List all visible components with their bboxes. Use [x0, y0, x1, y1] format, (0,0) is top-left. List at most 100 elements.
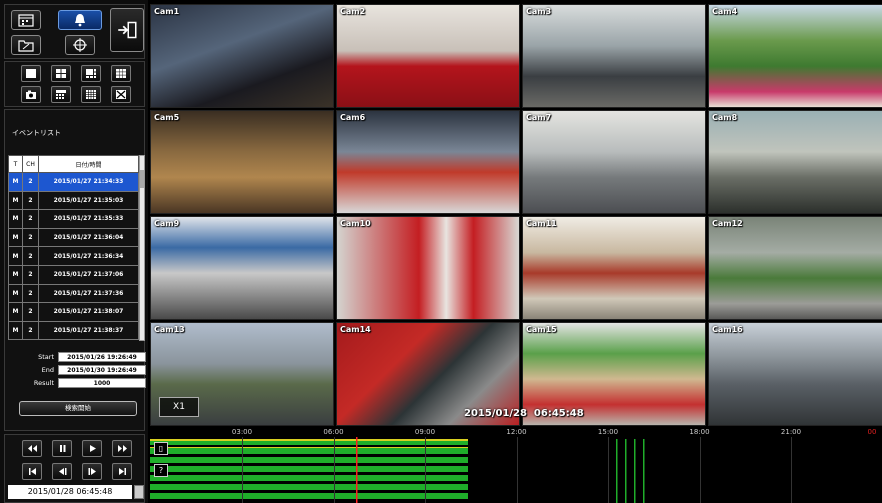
- event-t: M: [8, 190, 23, 211]
- scroll-thumb[interactable]: [140, 170, 144, 188]
- date-spinner[interactable]: [134, 485, 144, 499]
- camera-tile-16[interactable]: Cam16: [708, 322, 882, 426]
- camera-tile-10[interactable]: Cam10: [336, 216, 520, 320]
- event-scrollbar[interactable]: [139, 155, 145, 341]
- timeline-gridline: [333, 437, 335, 503]
- timeline[interactable]: ▯ ? 03:00 06:00 09:00 12:00 15:00 18:00 21:00 0…: [150, 427, 882, 503]
- camera-tile-5[interactable]: Cam5: [150, 110, 334, 214]
- timeline-gridline: [242, 437, 243, 503]
- six-view-icon: [86, 69, 96, 78]
- event-row[interactable]: M 2 2015/01/27 21:38:37: [8, 320, 139, 341]
- play-button[interactable]: [82, 440, 102, 457]
- camera-tile-6[interactable]: Cam6: [336, 110, 520, 214]
- fullscreen-button[interactable]: [111, 86, 131, 103]
- playback-datetime-field[interactable]: 2015/01/28 06:45:48: [8, 485, 132, 499]
- timeline-end-label: 00: [867, 428, 877, 436]
- layout-16-button[interactable]: [81, 86, 101, 103]
- event-ch: 2: [22, 227, 39, 248]
- step-back-icon: [58, 468, 66, 475]
- timeline-hour-label: 09:00: [414, 428, 436, 436]
- skip-end-button[interactable]: [112, 463, 132, 480]
- event-t: M: [8, 283, 23, 304]
- fast-forward-button[interactable]: [112, 440, 132, 457]
- camera-tile-9[interactable]: Cam9: [150, 216, 334, 320]
- record-tick: [616, 439, 618, 503]
- search-button[interactable]: 検索開始: [19, 401, 137, 416]
- camera-tile-1[interactable]: Cam1: [150, 4, 334, 108]
- skip-end-icon: [118, 468, 126, 475]
- folder-button[interactable]: [11, 35, 41, 55]
- camera-label: Cam16: [712, 325, 743, 334]
- camera-tile-4[interactable]: Cam4: [708, 4, 882, 108]
- ten-view-icon: [56, 90, 66, 99]
- folder-icon: [18, 40, 34, 52]
- step-forward-button[interactable]: [82, 463, 102, 480]
- calendar-icon[interactable]: ▯: [154, 442, 168, 455]
- record-bar-top: [150, 439, 468, 441]
- playback-timestamp: 2015/01/28 06:45:48: [464, 408, 584, 419]
- event-row[interactable]: M 2 2015/01/27 21:36:34: [8, 246, 139, 266]
- camera-grid: Cam1 Cam2 Cam3 Cam4 Cam5 Cam6 Cam7 Cam8 Cam9 Cam1…: [150, 4, 882, 426]
- camera-label: Cam13: [154, 325, 185, 334]
- left-panel: イベントリスト T CH 日付/時間 M 2 2015/01/27 21:34:33…: [0, 0, 148, 503]
- event-row[interactable]: M 2 2015/01/27 21:35:03: [8, 190, 139, 211]
- camera-tile-7[interactable]: Cam7: [522, 110, 706, 214]
- col-channel: CH: [22, 155, 39, 173]
- camera-tile-8[interactable]: Cam8: [708, 110, 882, 214]
- help-icon[interactable]: ?: [154, 464, 168, 477]
- camera-tile-3[interactable]: Cam3: [522, 4, 706, 108]
- camera-icon: [26, 90, 36, 99]
- event-row[interactable]: M 2 2015/01/27 21:37:06: [8, 264, 139, 285]
- crosshair-icon: [73, 38, 87, 52]
- end-field[interactable]: 2015/01/30 19:26:49: [58, 365, 146, 375]
- layout-panel: [4, 61, 145, 107]
- camera-tile-2[interactable]: Cam2: [336, 4, 520, 108]
- record-bar: [150, 493, 468, 499]
- layout-9-button[interactable]: [111, 65, 131, 82]
- rewind-button[interactable]: [22, 440, 42, 457]
- step-forward-icon: [88, 468, 96, 475]
- exit-button[interactable]: [110, 8, 144, 52]
- camera-tile-12[interactable]: Cam12: [708, 216, 882, 320]
- schedule-button[interactable]: [11, 10, 41, 30]
- camera-tile-13[interactable]: Cam13 X1: [150, 322, 334, 426]
- record-bar-top: [150, 447, 468, 448]
- fullscreen-icon: [116, 90, 126, 99]
- event-ch: 2: [22, 320, 39, 341]
- event-row[interactable]: M 2 2015/01/27 21:34:33: [8, 172, 139, 192]
- camera-label: Cam2: [340, 7, 366, 16]
- event-datetime: 2015/01/27 21:36:34: [38, 246, 139, 266]
- timeline-cursor: [356, 437, 358, 503]
- layout-10-button[interactable]: [51, 86, 71, 103]
- alarm-button[interactable]: [58, 10, 102, 30]
- event-datetime: 2015/01/27 21:38:37: [38, 320, 139, 341]
- camera-tile-11[interactable]: Cam11: [522, 216, 706, 320]
- camera-label: Cam14: [340, 325, 371, 334]
- event-row[interactable]: M 2 2015/01/27 21:35:33: [8, 209, 139, 229]
- event-row[interactable]: M 2 2015/01/27 21:38:07: [8, 302, 139, 322]
- bell-icon: [75, 14, 85, 27]
- calendar-icon: [18, 14, 34, 27]
- skip-start-button[interactable]: [22, 463, 42, 480]
- layout-4-button[interactable]: [51, 65, 71, 82]
- layout-6-button[interactable]: [81, 65, 101, 82]
- event-table: T CH 日付/時間 M 2 2015/01/27 21:34:33 M 2 2015/0…: [8, 155, 139, 341]
- event-t: M: [8, 246, 23, 266]
- event-datetime: 2015/01/27 21:36:04: [38, 227, 139, 248]
- snapshot-button[interactable]: [21, 86, 41, 103]
- start-field[interactable]: 2015/01/26 19:26:49: [58, 352, 146, 362]
- pause-button[interactable]: [52, 440, 72, 457]
- ptz-button[interactable]: [65, 35, 95, 55]
- camera-label: Cam4: [712, 7, 738, 16]
- timeline-hour-label: 06:00: [323, 428, 344, 436]
- play-icon: [89, 445, 96, 452]
- event-datetime: 2015/01/27 21:35:03: [38, 190, 139, 211]
- event-row[interactable]: M 2 2015/01/27 21:37:36: [8, 283, 139, 304]
- step-back-button[interactable]: [52, 463, 72, 480]
- sixteen-view-icon: [86, 90, 96, 99]
- event-list-title: イベントリスト: [12, 129, 61, 137]
- layout-1-button[interactable]: [21, 65, 41, 82]
- event-row[interactable]: M 2 2015/01/27 21:36:04: [8, 227, 139, 248]
- event-t: M: [8, 172, 23, 192]
- camera-label: Cam11: [526, 219, 557, 228]
